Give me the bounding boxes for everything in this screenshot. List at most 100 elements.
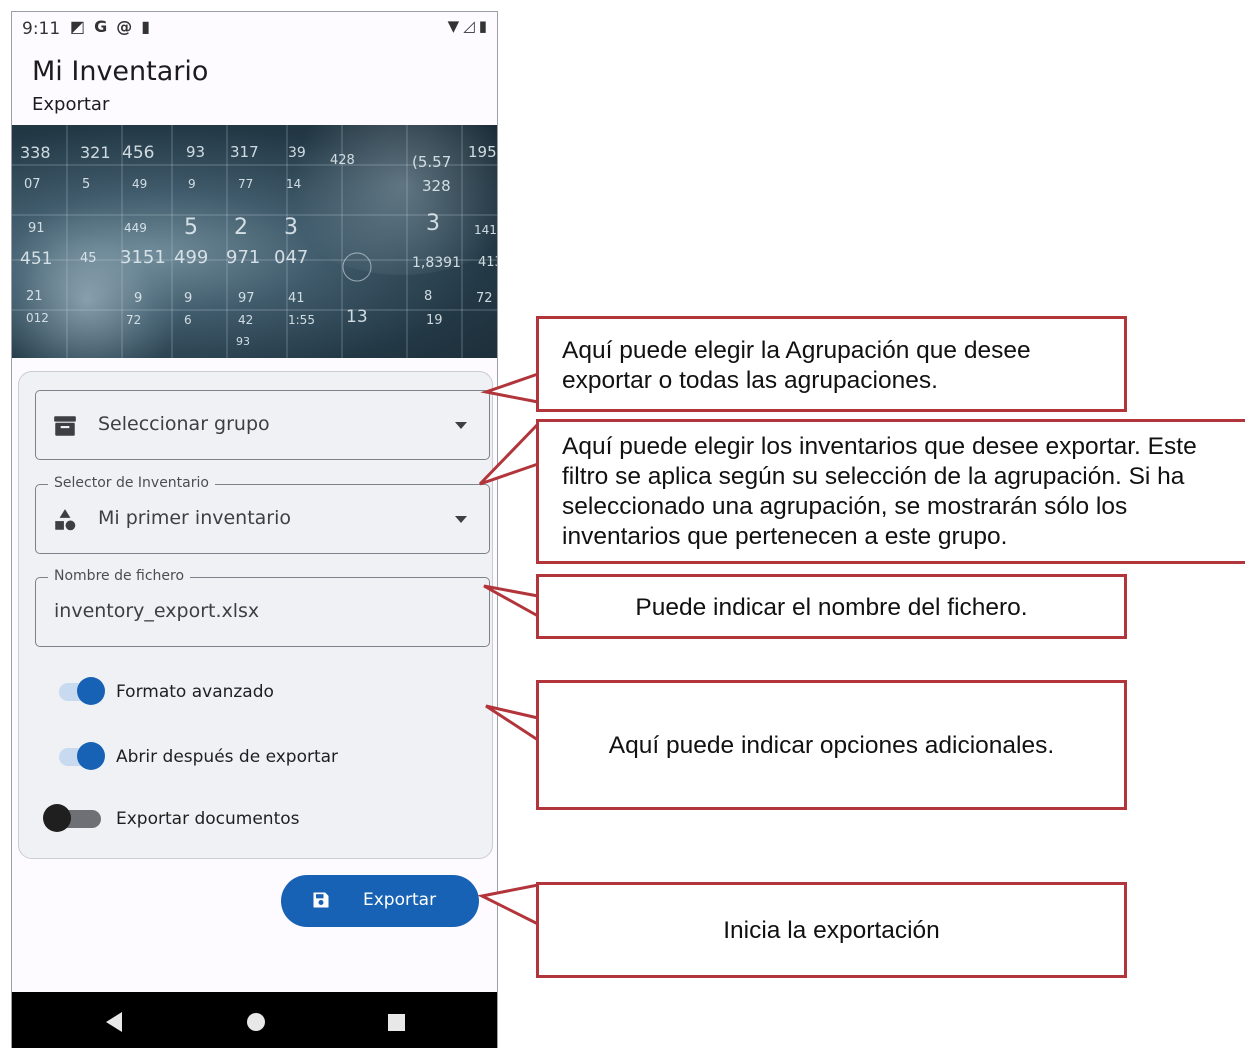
callout-inventory: Aquí puede elegir los inventarios que de… (536, 419, 1245, 564)
toggle-export-documents[interactable]: Exportar documentos (43, 801, 469, 837)
callout-line: Inicia la exportación (723, 917, 940, 944)
banner-number: 72 (126, 313, 142, 327)
banner-number: 41 (288, 291, 305, 306)
signal-icon: ◿ (463, 17, 475, 35)
toggle-label: Abrir después de exportar (116, 747, 339, 767)
phone-screen: 9:11 ◩ G @ ▮ ▼ ◿ ▮ Mi Inventario Exporta… (11, 11, 498, 1048)
banner-number: 1,8391 (412, 255, 461, 271)
banner-number: 499 (174, 247, 209, 268)
at-icon: @ (116, 17, 133, 36)
banner-number: 2 (234, 215, 248, 240)
callout-line: Puede indicar el nombre del fichero. (635, 594, 1028, 621)
banner-number: 195 (468, 143, 497, 161)
banner-number: 328 (422, 177, 451, 195)
callout-line: filtro se aplica según su selección de l… (562, 463, 1185, 490)
toggle-thumb (77, 742, 105, 770)
banner-number: 1:55 (288, 313, 315, 327)
filename-label: Nombre de fichero (48, 568, 191, 584)
export-button-label: Exportar (363, 890, 437, 910)
chevron-down-icon (455, 516, 467, 523)
banner-number: 93 (236, 335, 250, 348)
banner-number: 141 (474, 223, 497, 237)
banner-number: 047 (274, 247, 309, 268)
banner-number: 317 (230, 143, 259, 161)
filename-value: inventory_export.xlsx (54, 600, 260, 622)
banner-number: 9 (184, 291, 193, 306)
inventory-select-label: Selector de Inventario (48, 475, 215, 491)
banner-number: 72 (476, 291, 493, 306)
group-select-placeholder: Seleccionar grupo (98, 413, 270, 435)
callout-line: Aquí puede indicar opciones adicionales. (608, 732, 1055, 759)
recents-icon[interactable] (388, 1014, 405, 1031)
system-icons: ▼ ◿ ▮ (448, 17, 487, 35)
callout-line: seleccionado una agrupación, se mostrará… (562, 493, 1128, 520)
chevron-down-icon (455, 422, 467, 429)
callout-line: Aquí puede elegir la Agrupación que dese… (562, 337, 1031, 364)
toggle-label: Formato avanzado (116, 682, 274, 702)
banner-number: 93 (186, 143, 206, 161)
back-icon[interactable] (106, 1012, 122, 1032)
banner-number: 42 (238, 313, 254, 327)
page-subtitle: Exportar (32, 94, 110, 115)
banner-number: 14 (286, 177, 302, 191)
sd-card-icon: ▮ (141, 17, 151, 36)
banner-number: 428 (330, 153, 355, 168)
shapes-icon (55, 509, 76, 531)
toggle-thumb (77, 677, 105, 705)
status-time: 9:11 (22, 19, 61, 39)
banner-number: 6 (184, 313, 192, 327)
banner-number: 456 (122, 143, 155, 163)
toggle-thumb (43, 804, 71, 832)
export-button[interactable]: Exportar (281, 875, 479, 927)
banner-number: 5 (184, 215, 198, 240)
banner-number: 9 (134, 291, 143, 306)
callout-line: exportar o todas las agrupaciones. (562, 367, 938, 394)
banner-number: 338 (20, 143, 51, 162)
callout-options: Aquí puede indicar opciones adicionales. (536, 680, 1127, 810)
banner-number: 49 (132, 177, 148, 191)
image-icon: ◩ (70, 17, 86, 36)
banner-number: 451 (20, 249, 53, 269)
banner-number: 3151 (120, 247, 166, 268)
callout-line: inventarios que pertenecen a este grupo. (562, 523, 1008, 550)
group-select[interactable]: Seleccionar grupo (35, 390, 490, 460)
filename-field[interactable]: Nombre de fichero inventory_export.xlsx (35, 568, 490, 647)
google-icon: G (94, 17, 108, 36)
callout-filename: Puede indicar el nombre del fichero. (536, 574, 1127, 639)
banner-number: 449 (124, 221, 147, 235)
save-icon (313, 892, 329, 908)
callout-line: Aquí puede elegir los inventarios que de… (562, 433, 1197, 460)
banner-number: 77 (238, 177, 254, 191)
export-options-card: Seleccionar grupo Selector de Inventario… (18, 371, 493, 859)
banner-number: 971 (226, 247, 261, 268)
banner-number: 413 (478, 255, 497, 270)
toggle-advanced-format[interactable]: Formato avanzado (49, 674, 469, 710)
banner-number: 19 (426, 313, 443, 328)
system-nav-bar (12, 992, 497, 1048)
archive-icon (54, 416, 76, 436)
home-icon[interactable] (247, 1013, 265, 1031)
inventory-select[interactable]: Selector de Inventario Mi primer inventa… (35, 475, 490, 554)
banner-number: 21 (26, 289, 43, 304)
status-bar: 9:11 ◩ G @ ▮ ▼ ◿ ▮ (12, 12, 497, 44)
callout-export: Inicia la exportación (536, 882, 1127, 978)
banner-number: 39 (288, 145, 306, 161)
banner-number: 5 (82, 177, 91, 192)
battery-icon: ▮ (478, 17, 487, 35)
banner-number: 012 (26, 311, 49, 325)
banner-number: 3 (284, 215, 298, 240)
banner-number: 321 (80, 143, 111, 162)
inventory-select-value: Mi primer inventario (98, 507, 292, 529)
banner-number: 91 (28, 221, 45, 236)
callout-group: Aquí puede elegir la Agrupación que dese… (536, 316, 1127, 412)
toggle-label: Exportar documentos (116, 809, 300, 829)
banner-number: 07 (24, 177, 41, 192)
banner-number: 3 (426, 211, 440, 236)
toggle-open-after-export[interactable]: Abrir después de exportar (49, 739, 469, 775)
banner-number: 9 (188, 177, 196, 191)
header-image: 338 321 456 93 317 39 428 (5.57 195 07 5 49 9 77 14 328… (12, 125, 497, 358)
banner-number: 8 (424, 289, 433, 304)
banner-number: 97 (238, 291, 255, 306)
notification-icons: ◩ G @ ▮ (70, 17, 150, 36)
wifi-icon: ▼ (447, 17, 460, 35)
